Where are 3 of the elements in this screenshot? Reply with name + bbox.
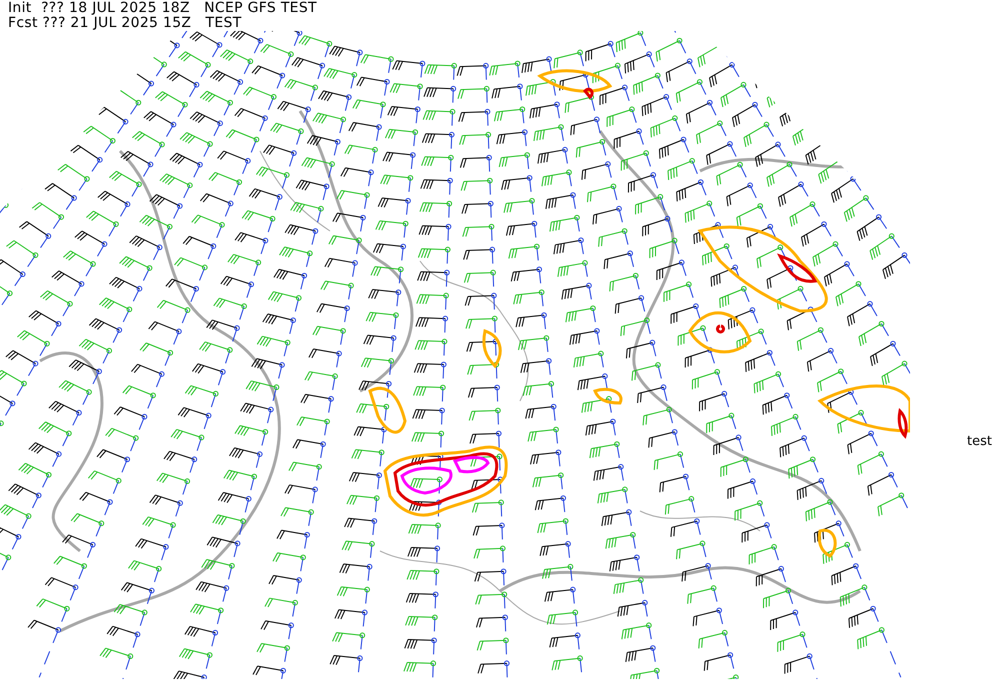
side-label: test	[967, 434, 992, 451]
forecast-time-line: Fcst ??? 21 JUL 2025 15Z TEST	[8, 16, 243, 31]
init-time-line: Init ??? 18 JUL 2025 18Z NCEP GFS TEST	[8, 1, 318, 16]
